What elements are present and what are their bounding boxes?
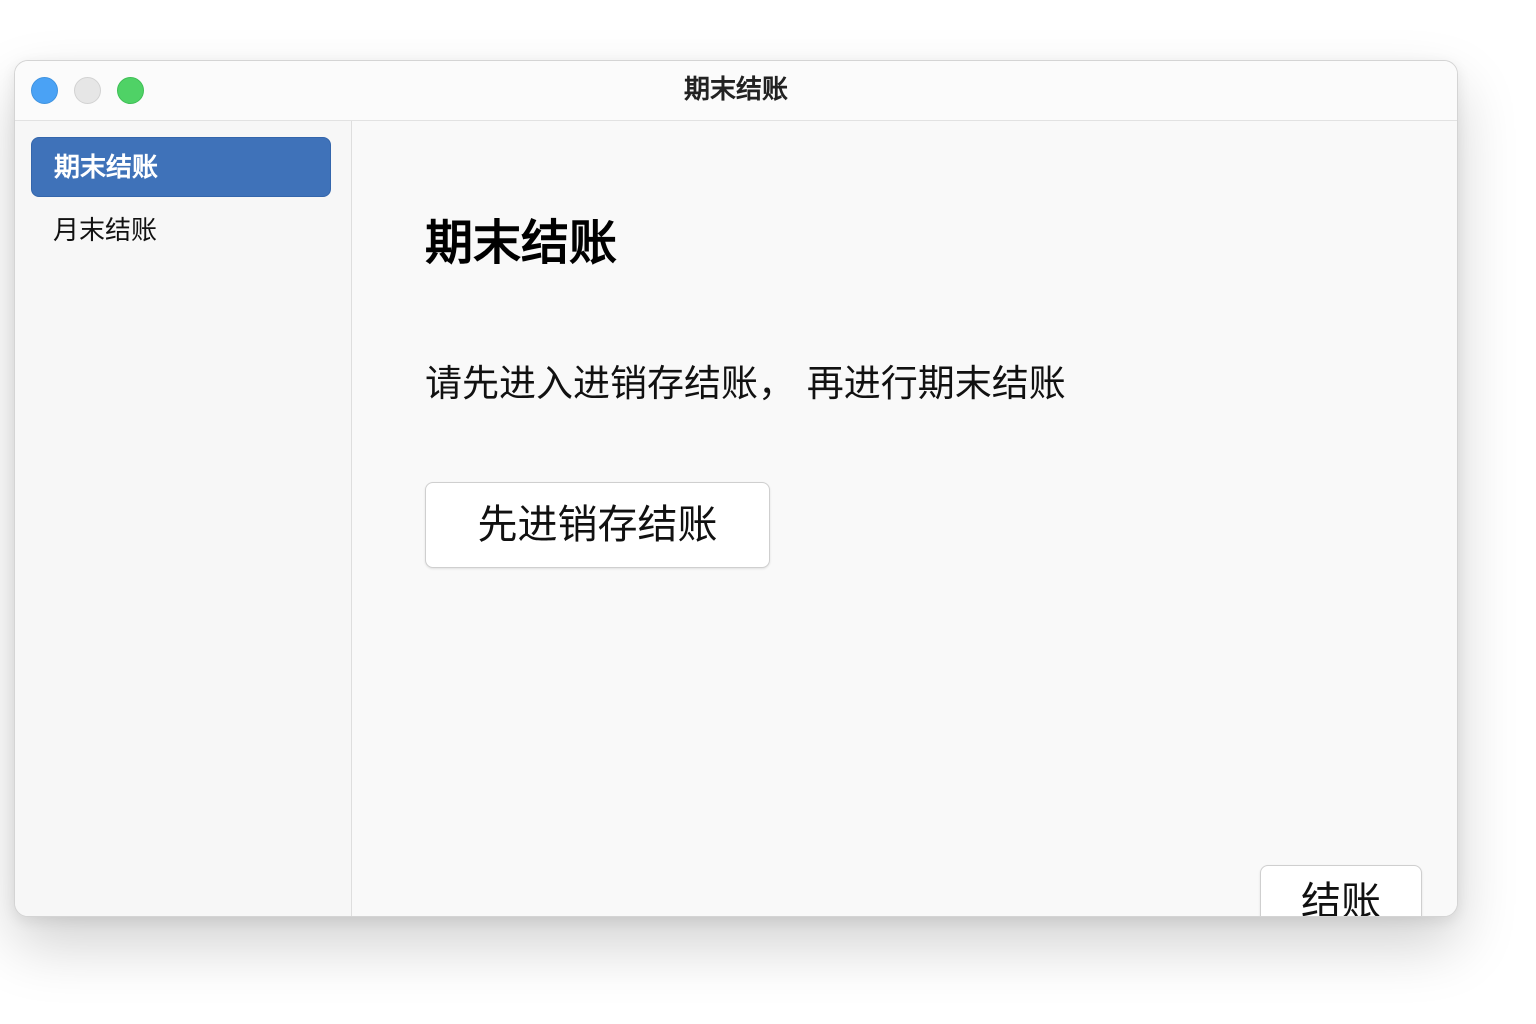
instruction-message: 请先进入进销存结账， 再进行期末结账 <box>425 362 1066 405</box>
window-title: 期末结账 <box>683 75 788 105</box>
title-bar[interactable]: 期末结账 <box>15 61 1457 121</box>
inventory-closing-button[interactable]: 先进销存结账 <box>425 482 770 568</box>
sidebar-item-month-end-closing[interactable]: 月末结账 <box>31 201 331 261</box>
checkout-button[interactable]: 结账 <box>1260 865 1422 916</box>
sidebar-item-period-end-closing[interactable]: 期末结账 <box>31 137 331 197</box>
main-content: 期末结账 请先进入进销存结账， 再进行期末结账 先进销存结账 结账 <box>352 121 1457 916</box>
sidebar: 期末结账 月末结账 <box>15 121 352 916</box>
app-window: 期末结账 期末结账 月末结账 期末结账 请先进入进销存结账， 再进行期末结账 先… <box>14 60 1458 917</box>
page-title: 期末结账 <box>425 215 618 271</box>
